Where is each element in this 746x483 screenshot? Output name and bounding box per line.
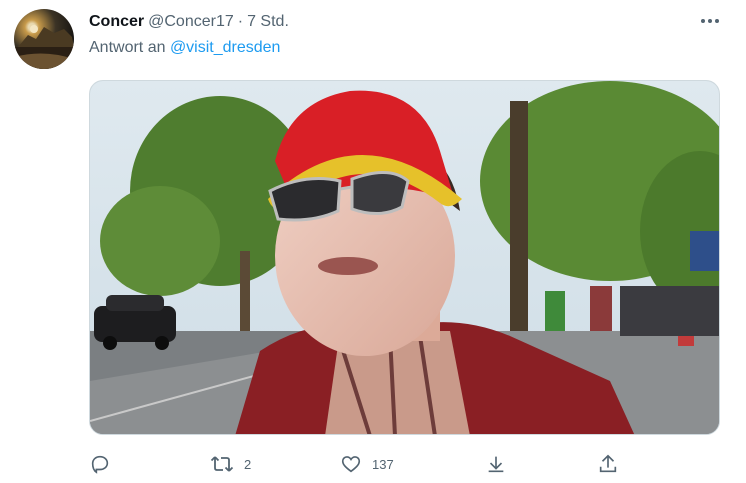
avatar[interactable] [14,9,74,69]
photo-scene [90,81,719,434]
retweet-count: 2 [244,456,252,472]
bookmark-button[interactable] [485,452,507,476]
share-button[interactable] [597,452,619,476]
timestamp[interactable]: 7 Std. [247,13,289,31]
reply-button[interactable] [89,452,121,476]
heart-icon [341,456,361,473]
display-name[interactable]: Concer [89,13,144,31]
media-image[interactable] [89,80,720,435]
like-button[interactable]: 137 [340,452,394,476]
more-horizontal-icon [701,19,719,23]
more-options-button[interactable] [698,10,722,32]
reply-prefix: Antwort an [89,39,166,56]
reply-context: Antwort an @visit_dresden [89,39,280,57]
share-icon [599,454,617,473]
user-handle[interactable]: @Concer17 [148,13,234,31]
tweet-header: Concer @Concer17 · 7 Std. [89,11,289,33]
action-bar: 2 137 [89,450,720,478]
like-count: 137 [372,456,394,472]
retweet-icon [210,456,234,472]
bookmark-icon [488,456,504,473]
tweet[interactable]: Concer @Concer17 · 7 Std. Antwort an @vi… [0,0,746,483]
retweet-button[interactable]: 2 [210,452,251,476]
reply-icon [91,455,109,474]
separator-dot: · [237,13,244,30]
reply-mention-link[interactable]: @visit_dresden [170,39,281,56]
avatar-image [14,25,74,69]
